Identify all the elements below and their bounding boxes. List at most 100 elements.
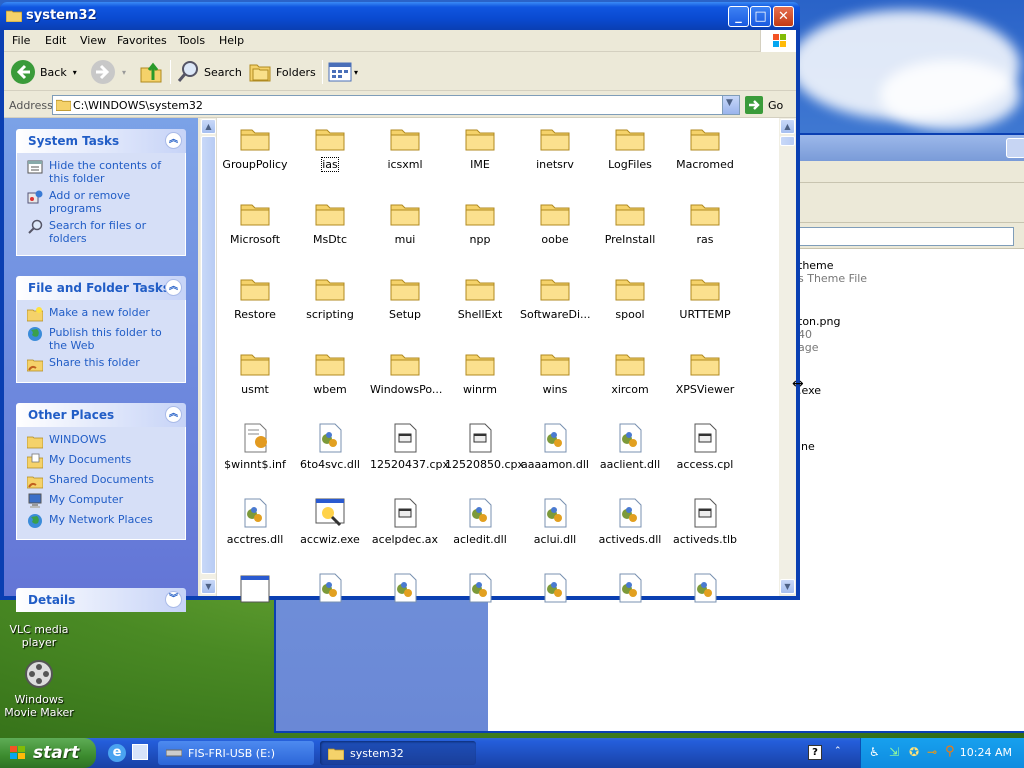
right-scrollbar[interactable]: ▲ ▼	[779, 118, 796, 596]
file-item[interactable]	[445, 572, 515, 608]
folder-item[interactable]: spool	[595, 272, 665, 321]
collapse-chevron-icon[interactable]: ︽	[165, 132, 182, 149]
menu-favorites[interactable]: Favorites	[117, 34, 167, 47]
folder-item[interactable]: ShellExt	[445, 272, 515, 321]
search-button[interactable]: Search	[176, 58, 242, 86]
folder-item[interactable]: mui	[370, 197, 440, 246]
file-item[interactable]: aaclient.dll	[595, 422, 665, 471]
scroll-up-button[interactable]: ▲	[201, 119, 216, 134]
file-item[interactable]: 12520437.cpx	[370, 422, 449, 471]
folder-item[interactable]: npp	[445, 197, 515, 246]
back-button[interactable]: Back ▾	[10, 58, 77, 86]
file-item[interactable]: accwiz.exe	[295, 497, 365, 546]
file-item[interactable]: activeds.tlb	[670, 497, 740, 546]
folder-item[interactable]: oobe	[520, 197, 590, 246]
help-tray-icon[interactable]: ?	[808, 745, 822, 760]
file-item[interactable]: 6to4svc.dll	[295, 422, 365, 471]
search-tray-icon[interactable]: ⚲	[945, 744, 955, 759]
close-button[interactable]: ✕	[773, 6, 794, 27]
folder-item[interactable]: WindowsPo...	[370, 347, 442, 396]
folder-item[interactable]: usmt	[220, 347, 290, 396]
details-header[interactable]: Details ︾	[16, 588, 186, 612]
taskbar-button-usb[interactable]: FIS-FRI-USB (E:)	[158, 741, 314, 765]
task-share-folder[interactable]: Share this folder	[27, 356, 179, 372]
folder-item[interactable]: icsxml	[370, 122, 440, 171]
place-windows[interactable]: WINDOWS	[27, 433, 179, 449]
task-publish-web[interactable]: Publish this folder to the Web	[27, 326, 179, 352]
other-places-header[interactable]: Other Places ︽	[16, 403, 186, 427]
chevron-down-icon[interactable]: ▾	[73, 68, 77, 77]
task-make-new-folder[interactable]: Make a new folder	[27, 306, 179, 322]
folder-item[interactable]: PreInstall	[595, 197, 665, 246]
file-item[interactable]: $winnt$.inf	[220, 422, 290, 471]
scroll-down-button[interactable]: ▼	[780, 579, 795, 594]
folder-item[interactable]: LogFiles	[595, 122, 665, 171]
file-item[interactable]	[220, 572, 290, 608]
collapse-chevron-icon[interactable]: ︽	[165, 279, 182, 296]
left-scrollbar[interactable]: ▲ ▼	[200, 118, 217, 596]
menu-view[interactable]: View	[80, 34, 106, 47]
maximize-button[interactable]: □	[750, 6, 771, 27]
up-folder-button[interactable]	[139, 58, 163, 86]
forward-button[interactable]: ▾	[90, 58, 126, 86]
folder-item[interactable]: Microsoft	[220, 197, 290, 246]
file-item[interactable]: 12520850.cpx	[445, 422, 524, 471]
folder-item[interactable]: XPSViewer	[670, 347, 740, 396]
folder-item[interactable]: wbem	[295, 347, 365, 396]
file-item[interactable]	[670, 572, 740, 608]
file-item[interactable]	[295, 572, 365, 608]
tray-expand-icon[interactable]: ⌃	[834, 746, 842, 756]
folder-item[interactable]: ras	[670, 197, 740, 246]
folders-button[interactable]: Folders	[248, 58, 316, 86]
folder-item[interactable]: ias	[295, 122, 365, 172]
folder-item[interactable]: GroupPolicy	[220, 122, 290, 171]
collapse-chevron-icon[interactable]: ︽	[165, 406, 182, 423]
file-view[interactable]: ▲ ▼ GroupPolicy ias icsxml IME inetsrv LogFil…	[200, 118, 804, 603]
file-item[interactable]	[520, 572, 590, 608]
desktop-icon-movie-maker[interactable]: Windows Movie Maker	[0, 658, 78, 719]
views-button[interactable]: ▾	[328, 58, 358, 86]
file-item[interactable]: acelpdec.ax	[370, 497, 440, 546]
folder-item[interactable]: MsDtc	[295, 197, 365, 246]
window-titlebar[interactable]: system32 _ □ ✕	[0, 2, 800, 30]
folder-item[interactable]: SoftwareDi...	[520, 272, 591, 321]
folder-item[interactable]: Restore	[220, 272, 290, 321]
show-desktop-quicklaunch-icon[interactable]	[132, 744, 148, 760]
scroll-down-button[interactable]: ▼	[201, 579, 216, 594]
taskbar-button-system32[interactable]: system32	[320, 741, 476, 765]
file-folder-tasks-header[interactable]: File and Folder Tasks ︽	[16, 276, 186, 300]
scroll-up-button[interactable]: ▲	[780, 119, 795, 134]
folder-item[interactable]: Setup	[370, 272, 440, 321]
chevron-down-icon[interactable]: ▾	[354, 68, 358, 77]
background-window-maximize-button[interactable]	[1006, 138, 1024, 158]
scroll-thumb[interactable]	[201, 136, 216, 574]
menu-tools[interactable]: Tools	[178, 34, 205, 47]
folder-item[interactable]: xircom	[595, 347, 665, 396]
place-my-computer[interactable]: My Computer	[27, 493, 179, 509]
minimize-button[interactable]: _	[728, 6, 749, 27]
menu-edit[interactable]: Edit	[45, 34, 66, 47]
expand-chevron-icon[interactable]: ︾	[165, 591, 182, 608]
task-search-files[interactable]: Search for files or folders	[27, 219, 179, 245]
explorer-window[interactable]: system32 _ □ ✕ File Edit View Favorites …	[0, 2, 804, 612]
place-my-documents[interactable]: My Documents	[27, 453, 179, 469]
start-button[interactable]: start	[0, 738, 96, 768]
safely-remove-tray-icon[interactable]: ⇲	[889, 745, 899, 759]
go-button[interactable]: Go	[745, 96, 783, 114]
menu-file[interactable]: File	[12, 34, 30, 47]
place-shared-documents[interactable]: Shared Documents	[27, 473, 179, 489]
file-item[interactable]: acctres.dll	[220, 497, 290, 546]
file-item[interactable]: aaaamon.dll	[520, 422, 590, 471]
folder-item[interactable]: URTTEMP	[670, 272, 740, 321]
folder-item[interactable]: Macromed	[670, 122, 740, 171]
file-item[interactable]	[595, 572, 665, 608]
address-dropdown-button[interactable]: ▼	[722, 96, 739, 114]
chevron-down-icon[interactable]: ▾	[122, 68, 126, 77]
network-tray-icon[interactable]: ✪	[909, 745, 919, 759]
connection-tray-icon[interactable]: ⊸	[927, 745, 937, 759]
task-hide-contents[interactable]: Hide the contents of this folder	[27, 159, 179, 185]
folder-item[interactable]: inetsrv	[520, 122, 590, 171]
folder-item[interactable]: scripting	[295, 272, 365, 321]
place-my-network-places[interactable]: My Network Places	[27, 513, 179, 529]
folder-item[interactable]: winrm	[445, 347, 515, 396]
